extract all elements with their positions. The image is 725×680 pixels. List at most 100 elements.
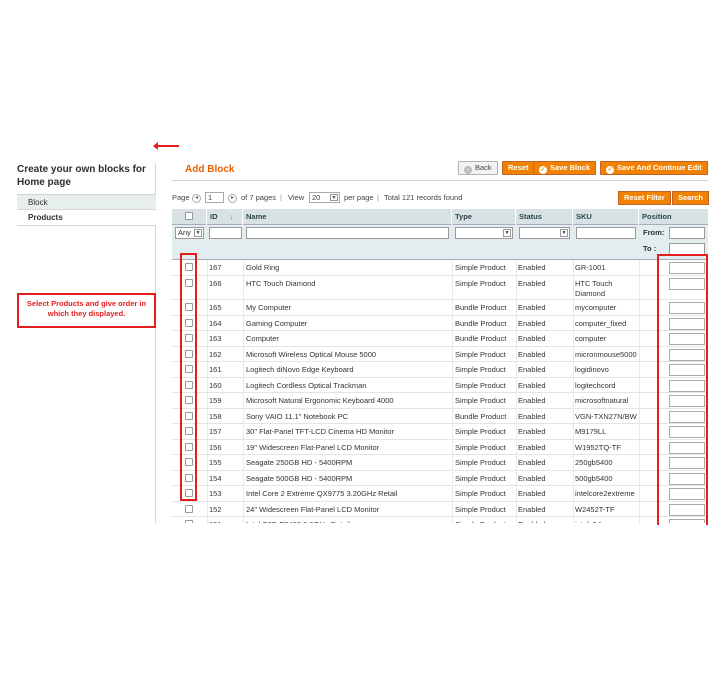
title-divider [172, 180, 708, 181]
from-label: From: [643, 228, 665, 237]
type-filter-select[interactable]: ▼ [455, 227, 513, 239]
back-button[interactable]: ‹ Back [458, 161, 498, 175]
cell-sku: mycomputer [575, 303, 617, 312]
table-row[interactable]: 161 Logitech diNovo Edge Keyboard Simple P… [172, 362, 708, 378]
table-row[interactable]: 163 Computer Bundle Product Enabled computer [172, 331, 708, 347]
cell-status: Enabled [518, 489, 546, 498]
cell-name: 19" Widescreen Flat-Panel LCD Monitor [246, 442, 380, 452]
chevron-down-icon: ▼ [560, 229, 568, 237]
table-row[interactable]: 165 My Computer Bundle Product Enabled mycom… [172, 300, 708, 316]
column-name[interactable]: Name [243, 209, 452, 225]
row-checkbox[interactable] [185, 504, 193, 513]
cell-type: Simple Product [455, 504, 506, 514]
cell-status: Enabled [518, 396, 546, 405]
cell-name: Gaming Computer [246, 318, 308, 328]
table-row[interactable]: 160 Logitech Cordless Optical Trackman Sim… [172, 378, 708, 393]
header-select-col [172, 209, 207, 225]
column-sku[interactable]: SKU [573, 209, 639, 225]
cell-status: Enabled [518, 303, 546, 312]
cell-type: Bundle Product [455, 334, 507, 343]
sort-arrow-icon: ↓ [229, 212, 234, 221]
column-status[interactable]: Status [516, 209, 573, 225]
table-row[interactable]: 154 Seagate 500GB HD - 5400RPM Simple Prod… [172, 471, 708, 486]
cell-status: Enabled [518, 442, 546, 452]
chevron-down-icon: ▼ [194, 229, 202, 237]
per-page-label: per page [344, 193, 374, 202]
column-id[interactable]: ID ↓ [207, 209, 243, 225]
tab-products[interactable]: Products [17, 210, 156, 226]
column-divider [207, 260, 208, 523]
table-row[interactable]: 155 Seagate 250GB HD - 5400RPM Simple Prod… [172, 455, 708, 471]
cell-sku: W1952TQ-TF [575, 442, 621, 452]
table-row[interactable]: 158 Sony VAIO 11.1" Notebook PC Bundle Pro… [172, 409, 708, 424]
id-filter-input[interactable] [209, 227, 242, 239]
cell-type: Simple Product [455, 380, 506, 390]
select-all-checkbox[interactable] [185, 212, 193, 220]
row-checkbox[interactable] [185, 520, 193, 523]
cell-name: Gold Ring [246, 263, 280, 272]
filter-row: Any ▼ ▼ ▼ From: To : [172, 225, 708, 260]
status-filter-select[interactable]: ▼ [519, 227, 570, 239]
cell-status: Enabled [518, 504, 546, 514]
table-row[interactable]: 166 HTC Touch Diamond Simple Product Enable… [172, 276, 708, 300]
chevron-down-icon: ▼ [503, 229, 511, 237]
reset-button[interactable]: Reset [502, 161, 535, 175]
select-filter[interactable]: Any ▼ [175, 227, 204, 239]
cell-status: Enabled [518, 473, 546, 483]
table-row[interactable]: 164 Gaming Computer Bundle Product Enabled c… [172, 316, 708, 331]
cell-id: 155 [209, 458, 222, 467]
page-label: Page [172, 193, 190, 202]
table-row[interactable]: 157 30" Flat-Panel TFT-LCD Cinema HD Moni… [172, 424, 708, 440]
name-filter-input[interactable] [246, 227, 449, 239]
cell-status: Enabled [518, 278, 546, 288]
reset-filter-button[interactable]: Reset Filter [618, 191, 671, 205]
view-label: View [288, 193, 305, 202]
cell-id: 154 [209, 473, 222, 483]
cell-status: Enabled [518, 458, 546, 467]
page-input[interactable]: 1 [205, 192, 224, 203]
cell-id: 162 [209, 349, 222, 359]
cell-type: Simple Product [455, 349, 506, 359]
cell-type: Simple Product [455, 278, 506, 288]
table-row[interactable]: 152 24" Widescreen Flat-Panel LCD Monitor… [172, 502, 708, 517]
cell-id: 158 [209, 411, 222, 421]
column-type[interactable]: Type [452, 209, 516, 225]
cell-sku: GR-1001 [575, 263, 606, 272]
sku-filter-input[interactable] [576, 227, 636, 239]
cell-id: 160 [209, 380, 222, 390]
cell-name: Microsoft Natural Ergonomic Keyboard 400… [246, 396, 394, 405]
cell-sku: 250gb5400 [575, 458, 613, 467]
table-row[interactable]: 162 Microsoft Wireless Optical Mouse 5000… [172, 347, 708, 362]
cell-status: Enabled [518, 380, 546, 390]
table-row[interactable]: 167 Gold Ring Simple Product Enabled GR-1001 [172, 260, 708, 276]
table-row[interactable]: 151 Intel C2D E8400 3.0GHz Retail Simple P… [172, 517, 708, 523]
save-button[interactable]: ✓ Save Block [533, 161, 597, 175]
search-button[interactable]: Search [672, 191, 710, 205]
position-from-input[interactable] [669, 227, 705, 239]
save-continue-button[interactable]: ✓ Save And Continue Edit [600, 161, 708, 175]
sidebar-title: Create your own blocks for Home page [17, 164, 146, 188]
check-icon: ✓ [539, 166, 547, 174]
cell-type: Simple Product [455, 458, 506, 467]
cell-status: Enabled [518, 318, 546, 328]
cell-type: Bundle Product [455, 303, 507, 312]
cell-type: Simple Product [455, 427, 506, 436]
table-row[interactable]: 153 Intel Core 2 Extreme QX9775 3.20GHz R… [172, 486, 708, 502]
cell-id: 156 [209, 442, 222, 452]
table-row[interactable]: 156 19" Widescreen Flat-Panel LCD Monitor… [172, 440, 708, 455]
cell-type: Simple Product [455, 263, 506, 272]
column-divider [243, 260, 244, 523]
table-row[interactable]: 159 Microsoft Natural Ergonomic Keyboard … [172, 393, 708, 409]
of-pages: of 7 pages [241, 193, 277, 202]
per-page-select[interactable]: 20 ▼ [309, 192, 340, 203]
cell-name: Seagate 250GB HD - 5400RPM [246, 458, 353, 467]
tab-block[interactable]: Block [17, 194, 156, 210]
grid-header: ID ↓ Name Type Status SKU Position [172, 209, 708, 225]
column-position[interactable]: Position [639, 209, 708, 225]
cell-sku: 500gb5400 [575, 473, 613, 483]
next-page-icon[interactable]: ▸ [228, 194, 237, 203]
prev-page-icon[interactable]: ◂ [192, 194, 201, 203]
cell-name: Logitech Cordless Optical Trackman [246, 380, 367, 390]
cell-sku: logidinovo [575, 365, 609, 374]
cell-type: Simple Product [455, 442, 506, 452]
